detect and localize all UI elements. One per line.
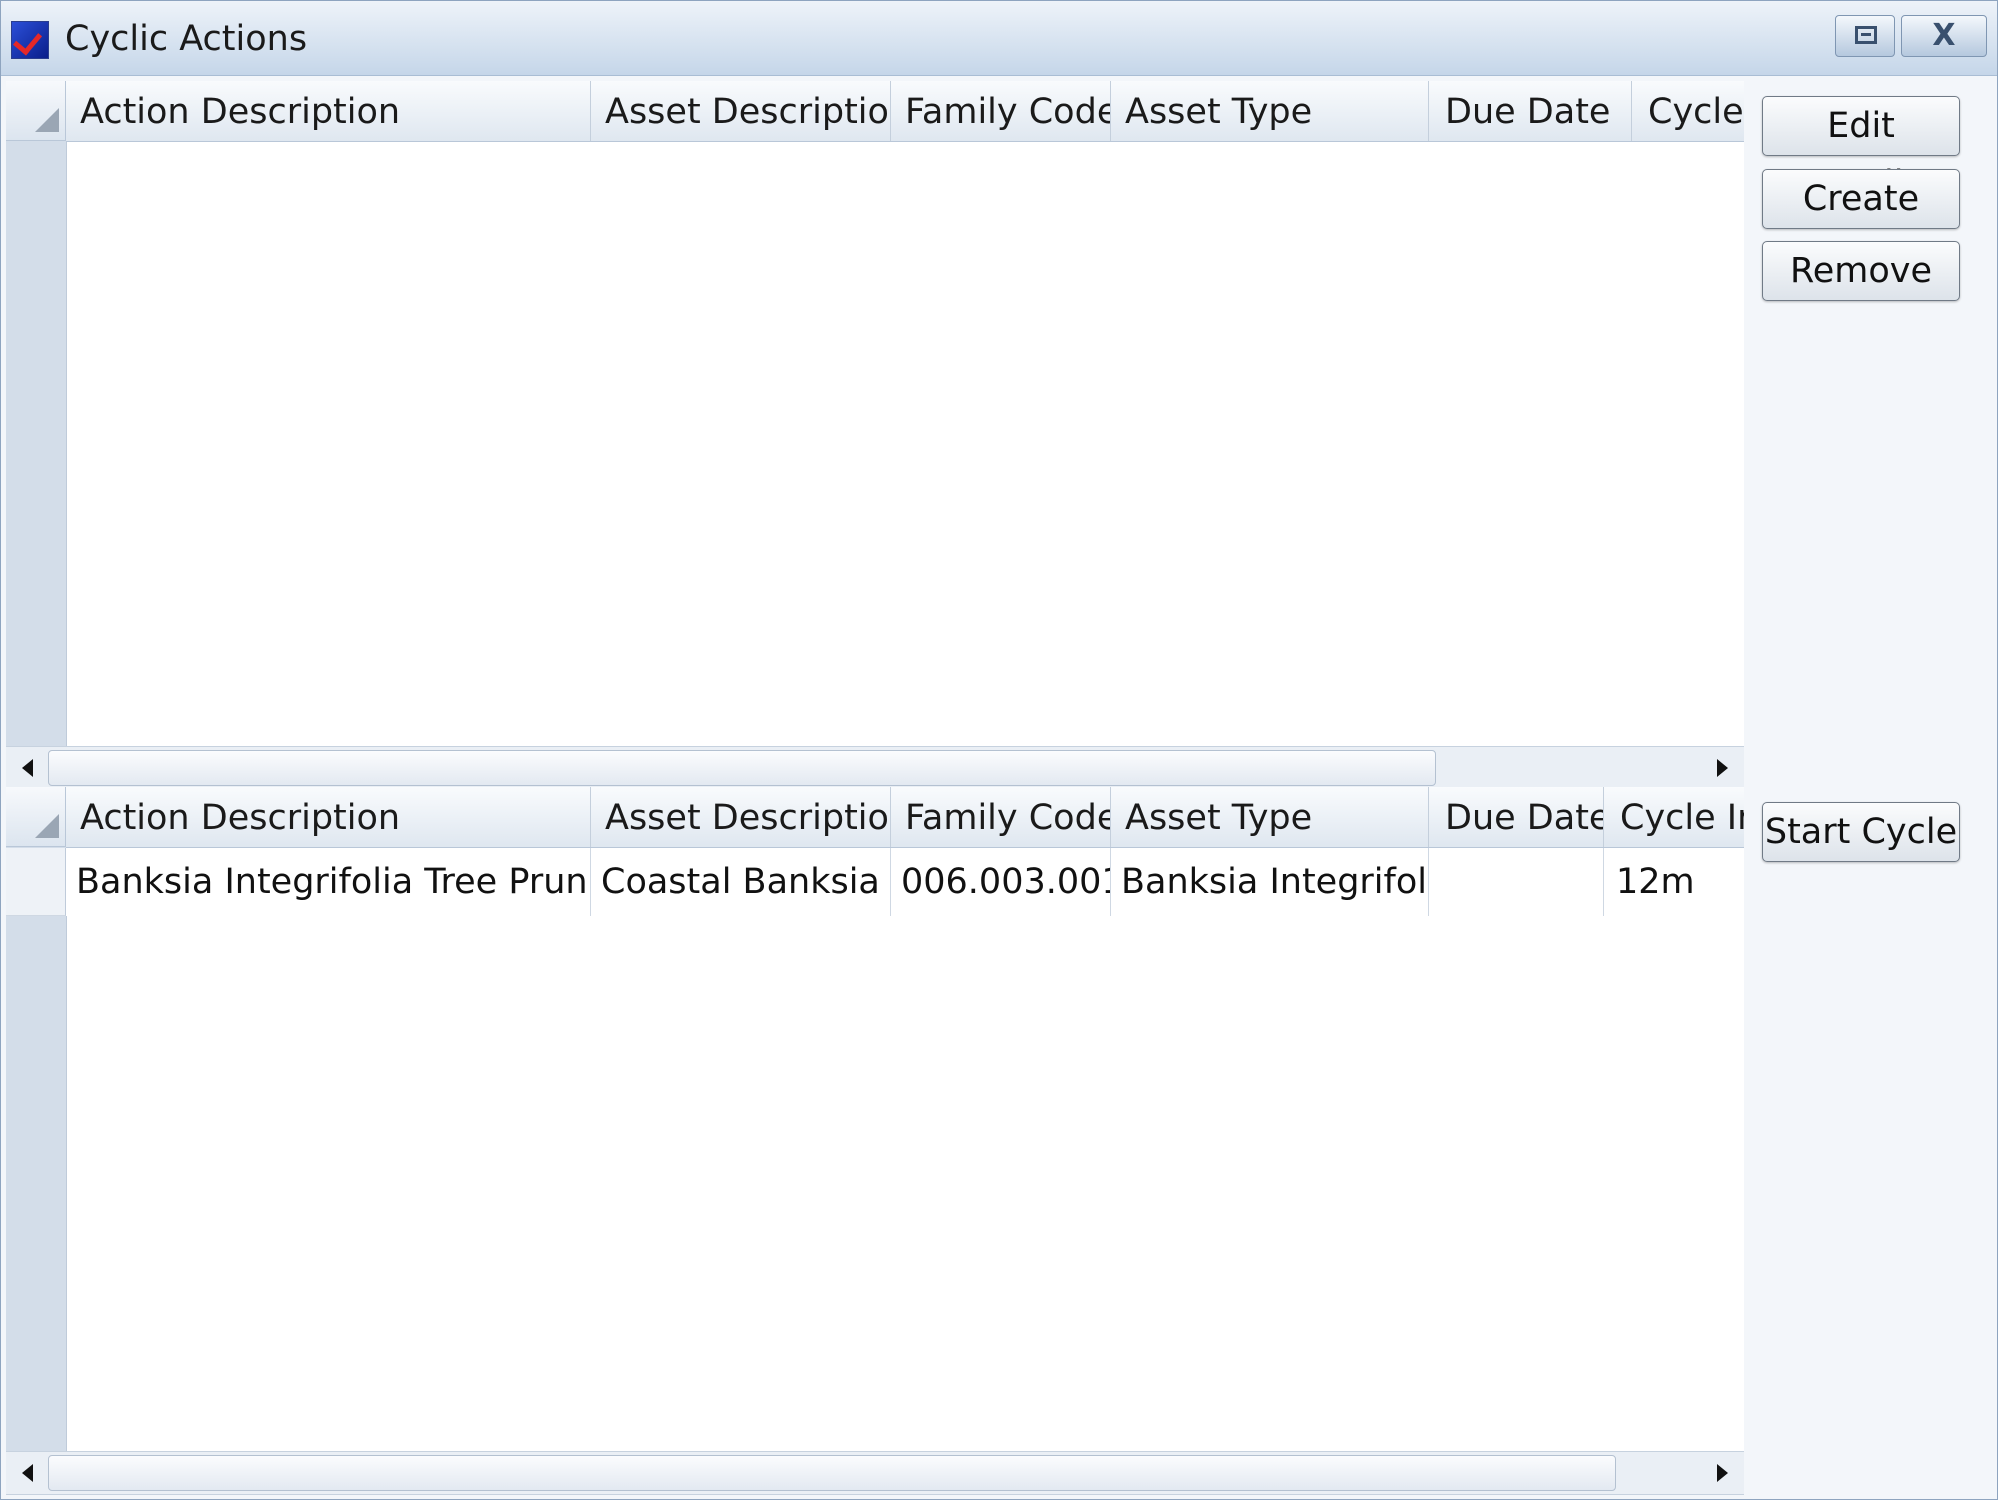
title-bar[interactable]: Cyclic Actions X: [1, 1, 1997, 76]
bottom-grid-horizontal-scrollbar[interactable]: [6, 1451, 1744, 1495]
window-title: Cyclic Actions: [65, 19, 308, 59]
column-header-asset-description[interactable]: Asset Description: [591, 787, 891, 847]
cycle-start-grid[interactable]: Action Description Asset Description Fam…: [6, 787, 1744, 1495]
cyclic-actions-window: Cyclic Actions X Action Description Asse…: [0, 0, 1998, 1500]
edit-details-button[interactable]: Edit Details: [1762, 96, 1960, 204]
create-button[interactable]: Create: [1762, 169, 1960, 229]
column-header-asset-type[interactable]: Asset Type: [1111, 787, 1429, 847]
scrollbar-thumb[interactable]: [48, 750, 1436, 786]
column-header-due-date[interactable]: Due Date: [1429, 81, 1632, 141]
row-header-gutter: [6, 81, 67, 788]
checkmark-app-icon: [11, 21, 49, 59]
row-header[interactable]: [6, 848, 66, 916]
select-all-corner[interactable]: [6, 787, 66, 847]
scroll-left-icon[interactable]: [22, 1464, 33, 1482]
grid-header: Action Description Asset Description Fam…: [66, 787, 1744, 848]
column-header-family-code[interactable]: Family Code: [891, 81, 1111, 141]
scroll-right-icon[interactable]: [1717, 759, 1728, 777]
restore-button[interactable]: [1835, 15, 1895, 57]
cell-asset-type[interactable]: Banksia Integrifolia: [1111, 848, 1429, 916]
close-icon: X: [1932, 18, 1956, 53]
column-header-cycle-interval[interactable]: Cycle Int: [1604, 787, 1744, 847]
column-header-due-date[interactable]: Due Date: [1429, 787, 1604, 847]
column-header-action-description[interactable]: Action Description: [66, 787, 591, 847]
scroll-left-icon[interactable]: [22, 759, 33, 777]
cell-action-description[interactable]: Banksia Integrifolia Tree Pruning: [66, 848, 591, 916]
scroll-right-icon[interactable]: [1717, 1464, 1728, 1482]
close-button[interactable]: X: [1901, 15, 1987, 57]
cell-cycle-interval[interactable]: 12m: [1604, 848, 1744, 916]
cell-family-code[interactable]: 006.003.001: [891, 848, 1111, 916]
start-cycle-button[interactable]: Start Cycle: [1762, 802, 1960, 862]
select-all-corner[interactable]: [6, 81, 66, 141]
cell-due-date[interactable]: [1429, 848, 1604, 916]
corner-triangle-icon: [35, 814, 59, 838]
cell-asset-description[interactable]: Coastal Banksia 1: [591, 848, 891, 916]
grid-header: Action Description Asset Description Fam…: [66, 81, 1744, 142]
column-header-family-code[interactable]: Family Code: [891, 787, 1111, 847]
remove-button[interactable]: Remove: [1762, 241, 1960, 301]
column-header-asset-type[interactable]: Asset Type: [1111, 81, 1429, 141]
column-header-action-description[interactable]: Action Description: [66, 81, 591, 141]
corner-triangle-icon: [35, 108, 59, 132]
table-row[interactable]: Banksia Integrifolia Tree Pruning Coasta…: [6, 848, 1744, 916]
restore-window-icon: [1855, 26, 1877, 44]
column-header-cycle-interval[interactable]: Cycle I: [1632, 81, 1744, 141]
cyclic-actions-grid[interactable]: Action Description Asset Description Fam…: [6, 81, 1744, 788]
scrollbar-thumb[interactable]: [48, 1455, 1616, 1491]
column-header-asset-description[interactable]: Asset Description: [591, 81, 891, 141]
top-grid-horizontal-scrollbar[interactable]: [6, 746, 1744, 790]
